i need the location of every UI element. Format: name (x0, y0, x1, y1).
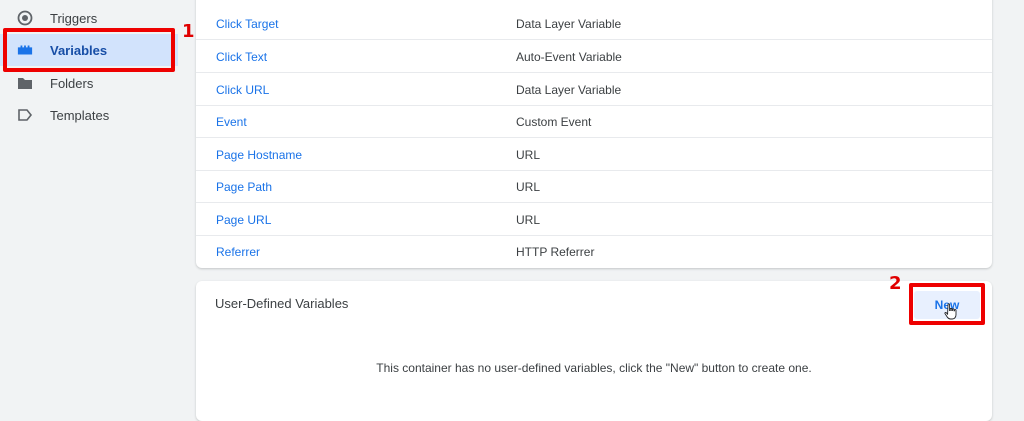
sidebar-item-templates[interactable]: Templates (0, 99, 178, 131)
variable-type: HTTP Referrer (516, 245, 595, 259)
variable-name-link[interactable]: Click Text (216, 50, 267, 64)
table-row[interactable]: Event Custom Event (196, 105, 992, 138)
empty-state-message: This container has no user-defined varia… (376, 361, 812, 375)
user-defined-title: User-Defined Variables (215, 296, 349, 311)
user-defined-variables-card: User-Defined Variables New This containe… (196, 281, 992, 421)
variable-name-link[interactable]: Click Target (216, 17, 278, 31)
table-row[interactable]: Click URL Data Layer Variable (196, 73, 992, 106)
variable-type: Custom Event (516, 115, 592, 129)
callout-box-2 (909, 283, 985, 325)
variable-name-link[interactable]: Click URL (216, 83, 269, 97)
builtin-variables-card: Click Target Data Layer Variable Click T… (196, 0, 992, 268)
callout-number-2: 2 (889, 273, 902, 294)
table-row[interactable]: Page Hostname URL (196, 138, 992, 171)
table-row[interactable]: Click Text Auto-Event Variable (196, 40, 992, 73)
sidebar-item-label: Triggers (50, 10, 98, 26)
variable-name-link[interactable]: Page URL (216, 213, 271, 227)
table-row[interactable]: Click Target Data Layer Variable (196, 7, 992, 40)
variable-type: Auto-Event Variable (516, 50, 622, 64)
table-row[interactable]: Page URL URL (196, 203, 992, 236)
callout-number-1: 1 (182, 21, 195, 42)
variable-type: URL (516, 180, 541, 194)
variable-type: URL (516, 148, 541, 162)
variable-type: Data Layer Variable (516, 83, 622, 97)
template-icon (17, 107, 33, 123)
variable-name-link[interactable]: Referrer (216, 245, 260, 259)
folder-icon (17, 75, 33, 91)
callout-box-1 (3, 28, 175, 72)
sidebar-item-label: Folders (50, 75, 94, 91)
table-row[interactable]: Page Path URL (196, 170, 992, 203)
variable-type: Data Layer Variable (516, 17, 622, 31)
variable-name-link[interactable]: Page Path (216, 180, 272, 194)
variable-type: URL (516, 213, 541, 227)
table-row[interactable]: Referrer HTTP Referrer (196, 235, 992, 267)
variable-name-link[interactable]: Event (216, 115, 247, 129)
trigger-icon (17, 10, 33, 26)
sidebar-item-label: Templates (50, 107, 110, 123)
variable-name-link[interactable]: Page Hostname (216, 148, 302, 162)
